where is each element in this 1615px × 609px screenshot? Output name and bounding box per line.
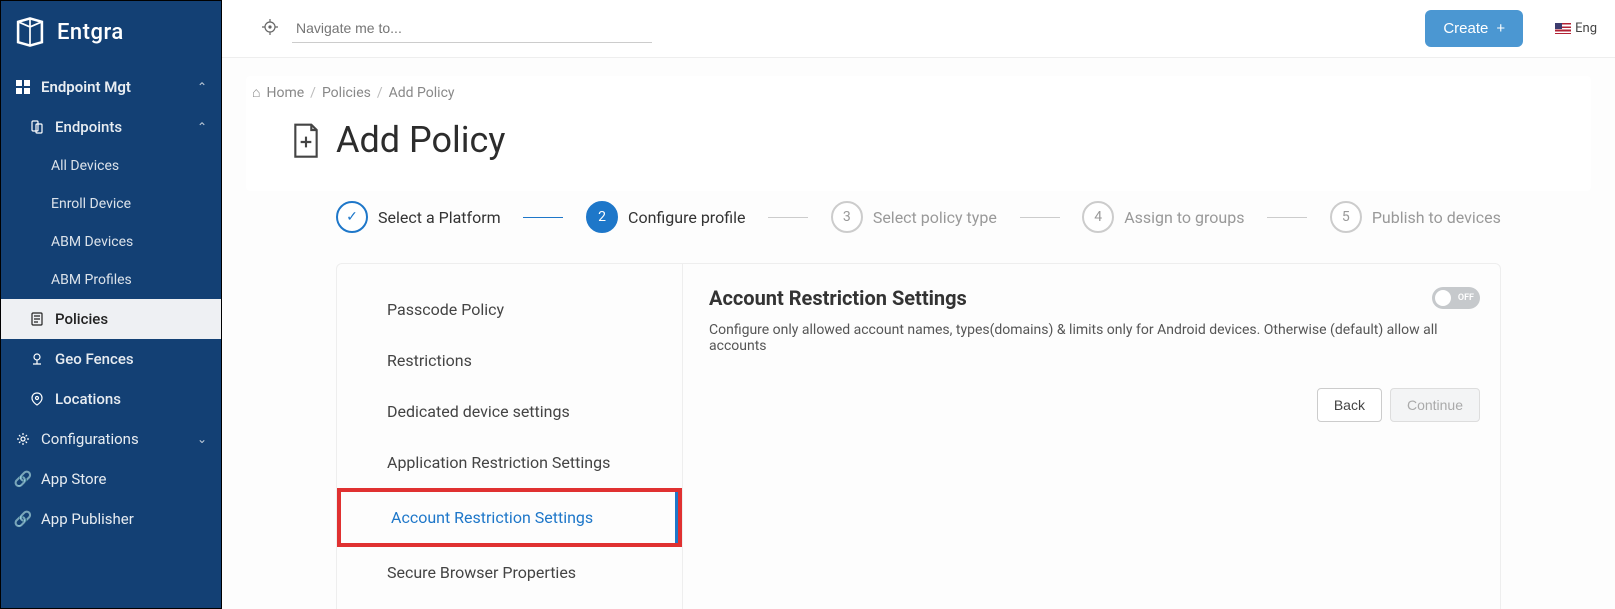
profile-item-label: Account Restriction Settings [391, 508, 593, 527]
fence-icon [29, 351, 45, 367]
profile-item-label: Dedicated device settings [387, 402, 570, 421]
separator-icon: / [310, 85, 316, 101]
detail-description: Configure only allowed account names, ty… [709, 322, 1480, 354]
profile-detail: Account Restriction Settings OFF Configu… [683, 264, 1500, 609]
main: Create + Eng ⌂ Home / Policies / Add Pol… [222, 0, 1615, 609]
flag-us-icon [1555, 23, 1571, 34]
breadcrumb: ⌂ Home / Policies / Add Policy [246, 76, 1591, 119]
topbar: Create + Eng [222, 0, 1615, 58]
create-button[interactable]: Create + [1425, 10, 1523, 47]
sidebar-item-app-store[interactable]: 🔗 App Store [1, 459, 221, 499]
breadcrumb-policies[interactable]: Policies [322, 85, 371, 101]
sidebar: Entgra Endpoint Mgt ⌃ Endpoints ⌃ All De… [0, 0, 222, 609]
target-icon [262, 19, 278, 39]
profile-item-restrictions[interactable]: Restrictions [337, 335, 682, 386]
sidebar-item-endpoint-mgt[interactable]: Endpoint Mgt ⌃ [1, 67, 221, 107]
step-number: 4 [1082, 201, 1114, 233]
sidebar-item-label: ABM Devices [51, 234, 133, 250]
chevron-down-icon: ⌄ [197, 432, 207, 446]
enable-toggle[interactable]: OFF [1432, 287, 1480, 309]
sidebar-item-enroll-device[interactable]: Enroll Device [1, 185, 221, 223]
chevron-up-icon: ⌃ [197, 80, 207, 94]
step-number: 2 [586, 201, 618, 233]
sidebar-item-label: Policies [55, 310, 108, 328]
create-label: Create [1443, 20, 1488, 37]
link-icon: 🔗 [15, 471, 31, 487]
step-label: Assign to groups [1124, 208, 1244, 227]
sidebar-item-label: Endpoints [55, 118, 122, 136]
policy-icon [29, 311, 45, 327]
logo-icon [13, 15, 47, 49]
sidebar-item-label: App Store [41, 470, 106, 488]
device-icon [29, 119, 45, 135]
step-number: 3 [831, 201, 863, 233]
sidebar-item-geo-fences[interactable]: Geo Fences [1, 339, 221, 379]
profile-item-app-restriction[interactable]: Application Restriction Settings [337, 437, 682, 488]
add-file-icon [290, 122, 322, 158]
sidebar-item-endpoints[interactable]: Endpoints ⌃ [1, 107, 221, 147]
sidebar-item-abm-devices[interactable]: ABM Devices [1, 223, 221, 261]
logo[interactable]: Entgra [1, 1, 221, 63]
plus-icon: + [1496, 20, 1505, 37]
sidebar-item-locations[interactable]: Locations [1, 379, 221, 419]
profile-item-label: Application Restriction Settings [387, 453, 610, 472]
step-label: Select a Platform [378, 208, 501, 227]
profile-item-dedicated[interactable]: Dedicated device settings [337, 386, 682, 437]
toggle-label: OFF [1458, 293, 1474, 303]
check-icon: ✓ [336, 201, 368, 233]
language-label: Eng [1575, 21, 1597, 36]
step-label: Configure profile [628, 208, 745, 227]
profile-item-account-restriction[interactable]: Account Restriction Settings [341, 492, 678, 543]
profile-item-secure-browser[interactable]: Secure Browser Properties [337, 547, 682, 598]
sidebar-item-label: Endpoint Mgt [41, 78, 131, 96]
location-icon [29, 391, 45, 407]
step-2[interactable]: 2 Configure profile [586, 201, 745, 233]
sidebar-item-label: ABM Profiles [51, 272, 132, 288]
brand-name: Entgra [57, 20, 124, 45]
breadcrumb-current: Add Policy [389, 85, 455, 101]
sidebar-item-app-publisher[interactable]: 🔗 App Publisher [1, 499, 221, 539]
link-icon: 🔗 [15, 511, 31, 527]
chevron-up-icon: ⌃ [197, 120, 207, 134]
sidebar-item-all-devices[interactable]: All Devices [1, 147, 221, 185]
profile-item-passcode[interactable]: Passcode Policy [337, 284, 682, 335]
language-switch[interactable]: Eng [1555, 21, 1597, 36]
sidebar-item-configurations[interactable]: Configurations ⌄ [1, 419, 221, 459]
sidebar-item-label: Geo Fences [55, 350, 134, 368]
sidebar-item-abm-profiles[interactable]: ABM Profiles [1, 261, 221, 299]
profile-item-label: Secure Browser Properties [387, 563, 576, 582]
navigate-input[interactable] [292, 14, 652, 43]
step-label: Select policy type [873, 208, 997, 227]
sidebar-item-policies[interactable]: Policies [1, 299, 221, 339]
profile-item-label: Restrictions [387, 351, 472, 370]
back-button[interactable]: Back [1317, 388, 1382, 422]
step-4: 4 Assign to groups [1082, 201, 1244, 233]
sidebar-item-label: Configurations [41, 430, 139, 448]
step-3: 3 Select policy type [831, 201, 997, 233]
step-number: 5 [1330, 201, 1362, 233]
sidebar-item-label: App Publisher [41, 510, 134, 528]
step-label: Publish to devices [1372, 208, 1501, 227]
home-icon: ⌂ [252, 84, 260, 101]
page-title: Add Policy [336, 119, 505, 161]
sidebar-item-label: All Devices [51, 158, 119, 174]
sidebar-item-label: Locations [55, 390, 121, 408]
profile-list: Passcode Policy Restrictions Dedicated d… [337, 264, 683, 609]
grid-icon [15, 79, 31, 95]
continue-button: Continue [1390, 388, 1480, 422]
profile-item-label: Passcode Policy [387, 300, 504, 319]
step-1[interactable]: ✓ Select a Platform [336, 201, 501, 233]
step-5: 5 Publish to devices [1330, 201, 1501, 233]
gear-icon [15, 431, 31, 447]
sidebar-item-label: Enroll Device [51, 196, 131, 212]
highlight-annotation: Account Restriction Settings [337, 488, 682, 547]
separator-icon: / [377, 85, 383, 101]
breadcrumb-home[interactable]: Home [266, 85, 304, 101]
wizard-steps: ✓ Select a Platform 2 Configure profile … [336, 201, 1501, 233]
detail-title: Account Restriction Settings [709, 286, 967, 310]
